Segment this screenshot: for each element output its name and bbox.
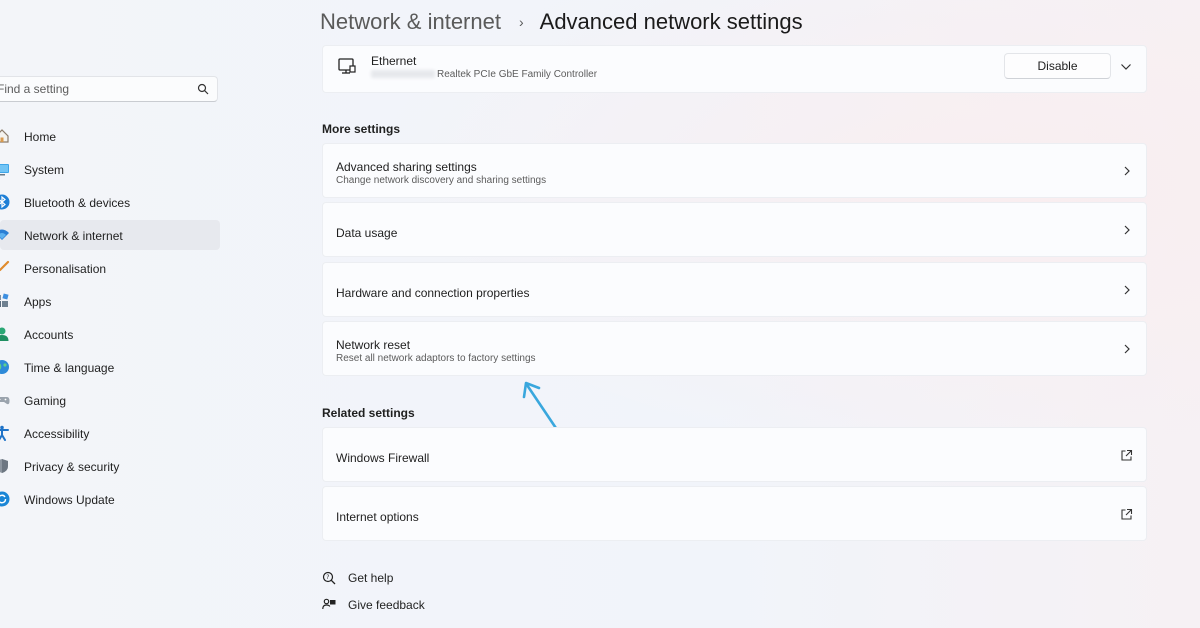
- breadcrumb-separator: ›: [518, 14, 524, 30]
- ethernet-icon: [338, 58, 356, 74]
- sidebar-item-home[interactable]: Home: [0, 121, 220, 151]
- sidebar-item-apps[interactable]: Apps: [0, 286, 220, 316]
- sidebar-item-label: Windows Update: [24, 493, 115, 507]
- system-icon: [0, 164, 9, 176]
- brush-icon: [0, 260, 10, 272]
- card-title: Internet options: [336, 510, 419, 524]
- sidebar-item-time-language[interactable]: Time & language: [0, 352, 220, 382]
- sidebar-item-label: Home: [24, 130, 57, 144]
- sidebar-item-label: Network & internet: [24, 229, 123, 243]
- give-feedback-link[interactable]: Give feedback: [322, 598, 425, 612]
- chevron-right-icon: [1124, 285, 1130, 295]
- data-usage-card[interactable]: Data usage: [322, 202, 1147, 257]
- network-reset-card[interactable]: Network reset Reset all network adaptors…: [322, 321, 1147, 376]
- chevron-right-icon: [1124, 225, 1130, 235]
- sidebar-item-gaming[interactable]: Gaming: [0, 385, 220, 415]
- internet-options-card[interactable]: Internet options: [322, 486, 1147, 541]
- card-title: Hardware and connection properties: [336, 286, 530, 300]
- get-help-link[interactable]: ? Get help: [322, 571, 393, 585]
- card-title: Windows Firewall: [336, 451, 430, 465]
- sidebar-item-label: Gaming: [24, 394, 67, 408]
- wifi-icon: [0, 229, 9, 240]
- card-subtitle: Change network discovery and sharing set…: [336, 175, 547, 186]
- windows-firewall-card[interactable]: Windows Firewall: [322, 427, 1147, 482]
- advanced-sharing-settings-card[interactable]: Advanced sharing settings Change network…: [322, 143, 1147, 198]
- redacted-text: [371, 70, 435, 78]
- sidebar-item-accessibility[interactable]: Accessibility: [0, 418, 220, 448]
- search-box[interactable]: [0, 76, 218, 102]
- get-help-label: Get help: [348, 571, 394, 585]
- home-icon: [0, 129, 9, 143]
- page-title: Advanced network settings: [539, 9, 803, 34]
- card-subtitle: Reset all network adaptors to factory se…: [336, 353, 536, 364]
- give-feedback-label: Give feedback: [348, 598, 425, 612]
- help-icon: ?: [322, 571, 336, 585]
- ethernet-adapter-card[interactable]: Ethernet Realtek PCIe GbE Family Control…: [322, 45, 1147, 93]
- external-link-icon: [1121, 508, 1133, 520]
- sidebar-item-privacy[interactable]: Privacy & security: [0, 451, 220, 481]
- card-title: Network reset: [336, 338, 411, 352]
- card-title: Advanced sharing settings: [336, 160, 477, 174]
- sidebar-item-label: Accessibility: [24, 427, 90, 441]
- sidebar-item-label: Accounts: [24, 328, 74, 342]
- accessibility-icon: [0, 425, 9, 441]
- chevron-down-icon[interactable]: [1120, 62, 1132, 72]
- gamepad-icon: [0, 397, 10, 405]
- sidebar-nav: Home System Bluetooth & devices Network …: [0, 121, 220, 517]
- adapter-description: Realtek PCIe GbE Family Controller: [437, 69, 598, 80]
- globe-icon: [0, 360, 9, 374]
- chevron-right-icon: [1124, 166, 1130, 176]
- search-icon[interactable]: [197, 83, 209, 95]
- sidebar-item-personalisation[interactable]: Personalisation: [0, 253, 220, 283]
- sidebar-item-label: Apps: [24, 295, 52, 309]
- external-link-icon: [1121, 449, 1133, 461]
- sidebar-item-windows-update[interactable]: Windows Update: [0, 484, 220, 514]
- section-more-settings: More settings: [322, 122, 401, 136]
- hardware-connection-properties-card[interactable]: Hardware and connection properties: [322, 262, 1147, 317]
- sidebar-item-label: System: [24, 163, 65, 177]
- search-input[interactable]: [0, 82, 187, 96]
- update-icon: [0, 491, 10, 507]
- sidebar-item-label: Personalisation: [24, 262, 107, 276]
- shield-icon: [0, 459, 8, 473]
- svg-text:?: ?: [326, 574, 329, 581]
- breadcrumb-parent[interactable]: Network & internet: [320, 9, 501, 35]
- feedback-icon: [322, 598, 336, 610]
- card-title: Data usage: [336, 226, 398, 240]
- sidebar-item-bluetooth[interactable]: Bluetooth & devices: [0, 187, 220, 217]
- adapter-name: Ethernet: [371, 54, 417, 68]
- bluetooth-icon: [0, 194, 10, 210]
- apps-icon: [0, 293, 9, 307]
- sidebar-item-label: Time & language: [24, 361, 115, 375]
- sidebar-item-label: Privacy & security: [24, 460, 120, 474]
- sidebar-item-accounts[interactable]: Accounts: [0, 319, 220, 349]
- breadcrumb: Network & internet › Advanced network se…: [320, 6, 803, 38]
- disable-button[interactable]: Disable: [1004, 53, 1111, 79]
- sidebar-item-network[interactable]: Network & internet: [0, 220, 220, 250]
- sidebar-item-system[interactable]: System: [0, 154, 220, 184]
- section-related-settings: Related settings: [322, 406, 415, 420]
- account-icon: [0, 327, 9, 341]
- sidebar-item-label: Bluetooth & devices: [24, 196, 131, 210]
- chevron-right-icon: [1124, 344, 1130, 354]
